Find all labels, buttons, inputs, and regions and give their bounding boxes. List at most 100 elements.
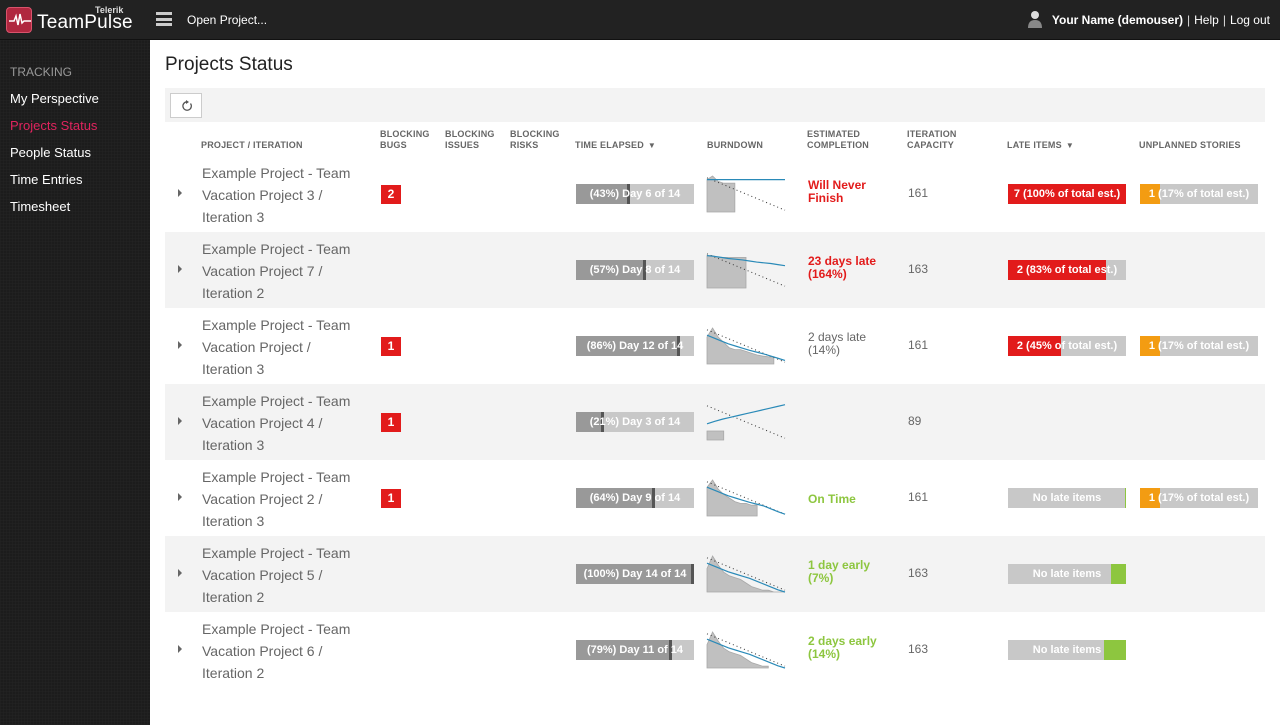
estimated-completion: 23 days late (164%)	[808, 254, 877, 281]
unplanned-stories-label: 1 (17% of total est.)	[1148, 188, 1250, 200]
sidebar: TRACKING My Perspective Projects Status …	[0, 40, 150, 725]
unplanned-stories-bar[interactable]: 1 (17% of total est.)	[1140, 336, 1258, 356]
expand-row-icon[interactable]	[178, 493, 182, 501]
late-items-bar[interactable]: 7 (100% of total est.)	[1008, 184, 1126, 204]
sort-desc-icon: ▼	[1065, 141, 1074, 150]
col-header-blocking-bugs[interactable]: BLOCKING BUGS	[380, 129, 430, 151]
sidebar-item-people-status[interactable]: People Status	[10, 145, 91, 160]
hamburger-menu-icon[interactable]	[156, 12, 172, 26]
late-items-bar[interactable]: No late items	[1008, 640, 1126, 660]
table-row[interactable]: Example Project - Team Vacation Project 7…	[165, 232, 1265, 308]
blocking-bugs-badge[interactable]: 1	[381, 413, 401, 432]
table-row[interactable]: Example Project - Team Vacation Project 3…	[165, 156, 1265, 232]
late-items-bar[interactable]: 2 (83% of total est.)	[1008, 260, 1126, 280]
table-row[interactable]: Example Project - Team Vacation Project 5…	[165, 536, 1265, 612]
iteration-capacity: 161	[908, 338, 929, 352]
user-avatar-icon	[1027, 11, 1042, 28]
iteration-capacity: 163	[908, 642, 929, 656]
unplanned-stories-bar[interactable]: 1 (17% of total est.)	[1140, 488, 1258, 508]
table-row[interactable]: Example Project - Team Vacation Project /…	[165, 308, 1265, 384]
burndown-remaining-area	[706, 327, 775, 365]
col-header-estimated-completion[interactable]: ESTIMATED COMPLETION	[807, 129, 869, 151]
iteration-capacity: 163	[908, 566, 929, 580]
refresh-icon	[182, 100, 192, 111]
col-header-project[interactable]: PROJECT / ITERATION	[201, 140, 303, 151]
expand-row-icon[interactable]	[178, 189, 182, 197]
table-row[interactable]: Example Project - Team Vacation Project 6…	[165, 612, 1265, 688]
project-iteration-name[interactable]: Example Project - Team Vacation Project 6…	[202, 618, 372, 684]
unplanned-stories-bar[interactable]: 1 (17% of total est.)	[1140, 184, 1258, 204]
burndown-remaining-area	[706, 631, 769, 669]
burndown-sparkline[interactable]	[705, 478, 787, 518]
open-project-link[interactable]: Open Project...	[187, 13, 267, 27]
separator: |	[1222, 13, 1226, 27]
blocking-bugs-badge[interactable]: 1	[381, 489, 401, 508]
project-iteration-name[interactable]: Example Project - Team Vacation Project 4…	[202, 390, 372, 456]
estimated-completion: Will Never Finish	[808, 178, 866, 205]
user-name[interactable]: Your Name (demouser)	[1052, 13, 1183, 27]
col-header-burndown[interactable]: BURNDOWN	[707, 140, 763, 151]
top-bar: TeamPulse Telerik Open Project... Your N…	[0, 0, 1280, 40]
burndown-sparkline[interactable]	[705, 250, 787, 290]
expand-row-icon[interactable]	[178, 569, 182, 577]
late-items-label: No late items	[1032, 492, 1102, 504]
late-items-bar[interactable]: No late items	[1008, 488, 1126, 508]
help-link[interactable]: Help	[1194, 13, 1219, 27]
project-iteration-name[interactable]: Example Project - Team Vacation Project 7…	[202, 238, 372, 304]
late-items-bar[interactable]: No late items	[1008, 564, 1126, 584]
brand-vendor: Telerik	[95, 5, 124, 15]
table-row[interactable]: Example Project - Team Vacation Project 4…	[165, 384, 1265, 460]
burndown-remaining-area	[706, 255, 747, 289]
sidebar-item-my-perspective[interactable]: My Perspective	[10, 91, 99, 106]
time-elapsed-bar: (57%) Day 8 of 14	[576, 260, 694, 280]
estimated-completion: 2 days early (14%)	[808, 634, 877, 661]
burndown-sparkline[interactable]	[705, 174, 787, 214]
project-iteration-name[interactable]: Example Project - Team Vacation Project /…	[202, 314, 372, 380]
logout-link[interactable]: Log out	[1230, 13, 1270, 27]
estimated-completion: 1 day early (7%)	[808, 558, 871, 585]
user-area: Your Name (demouser) | Help | Log out	[1027, 11, 1270, 28]
late-items-bar[interactable]: 2 (45% of total est.)	[1008, 336, 1126, 356]
project-iteration-name[interactable]: Example Project - Team Vacation Project 2…	[202, 466, 372, 532]
late-items-label: 2 (45% of total est.)	[1016, 340, 1118, 352]
col-header-time-elapsed[interactable]: TIME ELAPSED ▼	[575, 140, 656, 151]
burndown-sparkline[interactable]	[705, 326, 787, 366]
time-elapsed-label: (79%) Day 11 of 14	[587, 644, 683, 656]
blocking-bugs-badge[interactable]: 1	[381, 337, 401, 356]
estimated-completion: On Time	[808, 492, 856, 506]
burndown-sparkline[interactable]	[705, 630, 787, 670]
late-items-label: 7 (100% of total est.)	[1013, 188, 1121, 200]
time-elapsed-label: (64%) Day 9 of 14	[589, 492, 681, 504]
table-row[interactable]: Example Project - Team Vacation Project 2…	[165, 460, 1265, 536]
unplanned-stories-label: 1 (17% of total est.)	[1148, 340, 1250, 352]
sidebar-item-projects-status[interactable]: Projects Status	[10, 118, 97, 133]
brand-name[interactable]: TeamPulse	[37, 12, 133, 34]
teampulse-logo-icon[interactable]	[6, 7, 32, 33]
col-header-unplanned-stories[interactable]: UNPLANNED STORIES	[1139, 140, 1241, 151]
blocking-bugs-badge[interactable]: 2	[381, 185, 401, 204]
main-content: Projects Status PROJECT / ITERATION BLOC…	[150, 40, 1280, 725]
project-iteration-name[interactable]: Example Project - Team Vacation Project 5…	[202, 542, 372, 608]
project-iteration-name[interactable]: Example Project - Team Vacation Project 3…	[202, 162, 372, 228]
col-header-blocking-issues[interactable]: BLOCKING ISSUES	[445, 129, 495, 151]
expand-row-icon[interactable]	[178, 265, 182, 273]
expand-row-icon[interactable]	[178, 341, 182, 349]
col-header-late-items[interactable]: LATE ITEMS ▼	[1007, 140, 1074, 151]
col-header-iteration-capacity[interactable]: ITERATION CAPACITY	[907, 129, 957, 151]
expand-row-icon[interactable]	[178, 645, 182, 653]
burndown-sparkline[interactable]	[705, 402, 787, 442]
time-elapsed-bar: (21%) Day 3 of 14	[576, 412, 694, 432]
burndown-sparkline[interactable]	[705, 554, 787, 594]
time-elapsed-label: (43%) Day 6 of 14	[589, 188, 681, 200]
col-header-blocking-risks[interactable]: BLOCKING RISKS	[510, 129, 560, 151]
refresh-button[interactable]	[170, 93, 202, 118]
time-elapsed-label: (100%) Day 14 of 14	[583, 568, 687, 580]
sidebar-section-tracking: TRACKING	[10, 65, 73, 79]
expand-row-icon[interactable]	[178, 417, 182, 425]
time-elapsed-label: (57%) Day 8 of 14	[589, 264, 681, 276]
sidebar-item-timesheet[interactable]: Timesheet	[10, 199, 70, 214]
sidebar-item-time-entries[interactable]: Time Entries	[10, 172, 82, 187]
sort-desc-icon: ▼	[647, 141, 657, 150]
late-items-label: No late items	[1032, 644, 1102, 656]
unplanned-stories-label: 1 (17% of total est.)	[1148, 492, 1250, 504]
